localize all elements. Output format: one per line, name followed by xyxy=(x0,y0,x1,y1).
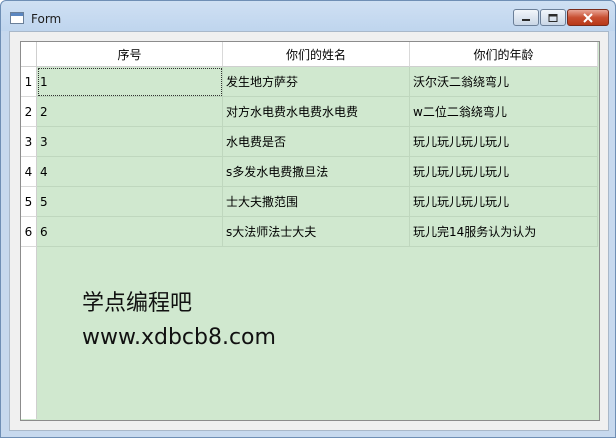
table-cell[interactable]: 玩儿完14服务认为认为 xyxy=(410,217,598,247)
table-cell[interactable]: 5 xyxy=(37,187,223,217)
column-header-name[interactable]: 你们的姓名 xyxy=(223,42,410,67)
data-table[interactable]: 序号 你们的姓名 你们的年龄 1 2 3 4 5 6 1 发生地方萨芬 沃尔沃二… xyxy=(20,41,600,421)
table-row: 4 s多发水电费撒旦法 玩儿玩儿玩儿玩儿 xyxy=(37,157,598,187)
table-cell[interactable]: 3 xyxy=(37,127,223,157)
form-window: Form 序号 你们的姓名 你们的年龄 1 2 3 4 5 6 1 发生地方萨芬… xyxy=(0,0,616,438)
window-title: Form xyxy=(31,12,62,26)
row-header-4[interactable]: 4 xyxy=(21,157,37,187)
minimize-button[interactable] xyxy=(513,9,539,26)
table-cell[interactable]: 沃尔沃二翁绕弯儿 xyxy=(410,67,598,97)
row-header: 1 2 3 4 5 6 xyxy=(21,67,37,419)
column-header-age[interactable]: 你们的年龄 xyxy=(410,42,598,67)
table-cell[interactable]: 6 xyxy=(37,217,223,247)
column-header-index[interactable]: 序号 xyxy=(37,42,223,67)
table-cell[interactable]: 对方水电费水电费水电费 xyxy=(223,97,410,127)
row-header-1[interactable]: 1 xyxy=(21,67,37,97)
table-row: 2 对方水电费水电费水电费 w二位二翁绕弯儿 xyxy=(37,97,598,127)
client-area: 序号 你们的姓名 你们的年龄 1 2 3 4 5 6 1 发生地方萨芬 沃尔沃二… xyxy=(9,31,609,431)
caption-buttons xyxy=(512,9,609,26)
title-bar[interactable]: Form xyxy=(1,1,615,31)
row-header-empty xyxy=(21,247,37,419)
row-header-6[interactable]: 6 xyxy=(21,217,37,247)
table-cell[interactable]: 水电费是否 xyxy=(223,127,410,157)
table-cell[interactable]: 发生地方萨芬 xyxy=(223,67,410,97)
watermark-title: 学点编程吧 xyxy=(82,291,193,316)
table-cell[interactable]: 玩儿玩儿玩儿玩儿 xyxy=(410,187,598,217)
close-button[interactable] xyxy=(567,9,609,26)
table-cell[interactable]: w二位二翁绕弯儿 xyxy=(410,97,598,127)
watermark-url: www.xdbcb8.com xyxy=(82,325,276,350)
table-row: 3 水电费是否 玩儿玩儿玩儿玩儿 xyxy=(37,127,598,157)
close-icon xyxy=(583,12,593,23)
minimize-icon xyxy=(522,18,530,21)
table-row: 1 发生地方萨芬 沃尔沃二翁绕弯儿 xyxy=(37,67,598,97)
maximize-button[interactable] xyxy=(540,9,566,26)
table-row: 5 士大夫撒范围 玩儿玩儿玩儿玩儿 xyxy=(37,187,598,217)
table-cell[interactable]: s多发水电费撒旦法 xyxy=(223,157,410,187)
row-header-3[interactable]: 3 xyxy=(21,127,37,157)
corner-button[interactable] xyxy=(21,42,37,67)
table-cell[interactable]: s大法师法士大夫 xyxy=(223,217,410,247)
row-header-5[interactable]: 5 xyxy=(21,187,37,217)
table-cell[interactable]: 玩儿玩儿玩儿玩儿 xyxy=(410,127,598,157)
maximize-icon xyxy=(548,13,558,22)
column-header: 序号 你们的姓名 你们的年龄 xyxy=(37,42,598,67)
table-cell[interactable]: 玩儿玩儿玩儿玩儿 xyxy=(410,157,598,187)
table-cell[interactable]: 1 xyxy=(37,67,223,97)
table-cell[interactable]: 士大夫撒范围 xyxy=(223,187,410,217)
row-header-2[interactable]: 2 xyxy=(21,97,37,127)
table-cell[interactable]: 2 xyxy=(37,97,223,127)
table-cell[interactable]: 4 xyxy=(37,157,223,187)
table-row: 6 s大法师法士大夫 玩儿完14服务认为认为 xyxy=(37,217,598,247)
window-icon[interactable] xyxy=(10,12,24,24)
table-body: 1 发生地方萨芬 沃尔沃二翁绕弯儿 2 对方水电费水电费水电费 w二位二翁绕弯儿… xyxy=(37,67,598,247)
